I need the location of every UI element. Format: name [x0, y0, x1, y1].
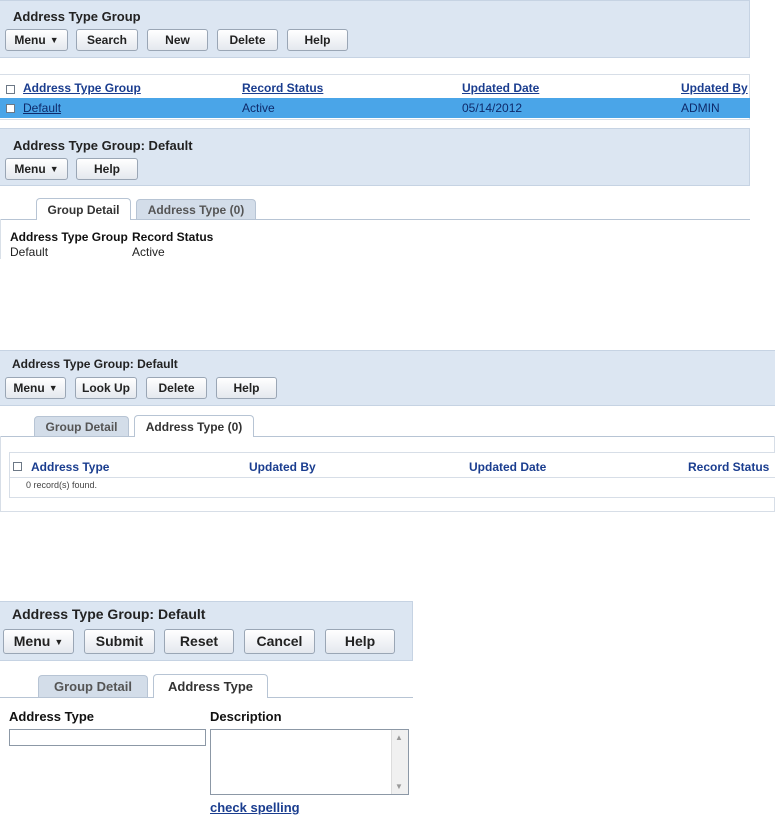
row-checkbox[interactable] — [6, 104, 15, 113]
reset-button[interactable]: Reset — [164, 629, 234, 654]
record-status-value: Active — [132, 245, 165, 259]
check-spelling-link[interactable]: check spelling — [210, 800, 300, 815]
tab-address-type[interactable]: Address Type (0) — [136, 199, 256, 219]
cancel-button[interactable]: Cancel — [244, 629, 315, 654]
description-label: Description — [210, 709, 282, 724]
address-type-grid — [9, 452, 775, 498]
chevron-down-icon: ▼ — [54, 637, 64, 647]
chevron-down-icon: ▼ — [49, 35, 59, 45]
menu-label: Menu — [13, 381, 45, 395]
column-header-address-type-group[interactable]: Address Type Group — [23, 81, 141, 95]
help-button[interactable]: Help — [76, 158, 138, 180]
chevron-down-icon: ▼ — [48, 383, 58, 393]
delete-button[interactable]: Delete — [217, 29, 278, 51]
address-type-label: Address Type — [9, 709, 95, 724]
detail-title: Address Type Group: Default — [12, 357, 178, 371]
detail-left-border — [0, 219, 1, 259]
address-type-group-label: Address Type Group — [10, 230, 128, 244]
row-status: Active — [242, 101, 275, 115]
record-status-label: Record Status — [132, 230, 214, 244]
page-title: Address Type Group — [13, 9, 141, 24]
description-textarea[interactable]: ▲ ▼ — [210, 729, 409, 795]
menu-button[interactable]: Menu ▼ — [5, 29, 68, 51]
grid-divider — [10, 477, 775, 478]
address-type-group-value: Default — [10, 245, 49, 259]
menu-button[interactable]: Menu ▼ — [3, 629, 74, 654]
scroll-down-icon[interactable]: ▼ — [395, 782, 403, 791]
column-header-record-status[interactable]: Record Status — [688, 460, 769, 474]
tab-group-detail[interactable]: Group Detail — [34, 416, 129, 436]
row-group-link[interactable]: Default — [23, 101, 61, 115]
column-header-updated-date[interactable]: Updated Date — [462, 81, 539, 95]
address-type-input[interactable] — [9, 729, 206, 746]
menu-button[interactable]: Menu ▼ — [5, 158, 68, 180]
table-row-selected[interactable] — [0, 98, 750, 118]
textarea-scrollbar[interactable]: ▲ ▼ — [391, 730, 408, 794]
search-button[interactable]: Search — [76, 29, 138, 51]
menu-label: Menu — [14, 33, 46, 47]
menu-button[interactable]: Menu ▼ — [5, 377, 66, 399]
column-header-address-type[interactable]: Address Type — [31, 460, 109, 474]
help-button[interactable]: Help — [216, 377, 277, 399]
column-header-updated-by[interactable]: Updated By — [681, 81, 748, 95]
column-header-updated-by[interactable]: Updated By — [249, 460, 316, 474]
column-header-updated-date[interactable]: Updated Date — [469, 460, 546, 474]
select-all-checkbox[interactable] — [6, 85, 15, 94]
delete-button[interactable]: Delete — [146, 377, 207, 399]
help-button[interactable]: Help — [287, 29, 348, 51]
new-button[interactable]: New — [147, 29, 208, 51]
chevron-down-icon: ▼ — [49, 164, 59, 174]
menu-label: Menu — [14, 162, 46, 176]
tab-group-detail[interactable]: Group Detail — [36, 198, 131, 220]
scroll-up-icon[interactable]: ▲ — [395, 733, 403, 742]
help-button[interactable]: Help — [325, 629, 395, 654]
tab-address-type[interactable]: Address Type (0) — [134, 415, 254, 437]
detail-title: Address Type Group: Default — [12, 606, 206, 622]
empty-records-message: 0 record(s) found. — [26, 480, 98, 490]
menu-label: Menu — [13, 633, 51, 649]
column-header-record-status[interactable]: Record Status — [242, 81, 323, 95]
submit-button[interactable]: Submit — [84, 629, 155, 654]
select-all-checkbox[interactable] — [13, 462, 22, 471]
look-up-button[interactable]: Look Up — [75, 377, 137, 399]
tab-address-type[interactable]: Address Type — [153, 674, 268, 698]
row-updated-date: 05/14/2012 — [462, 101, 523, 115]
tab-group-detail[interactable]: Group Detail — [38, 675, 148, 697]
row-updated-by: ADMIN — [681, 101, 720, 115]
detail-title: Address Type Group: Default — [13, 138, 193, 153]
